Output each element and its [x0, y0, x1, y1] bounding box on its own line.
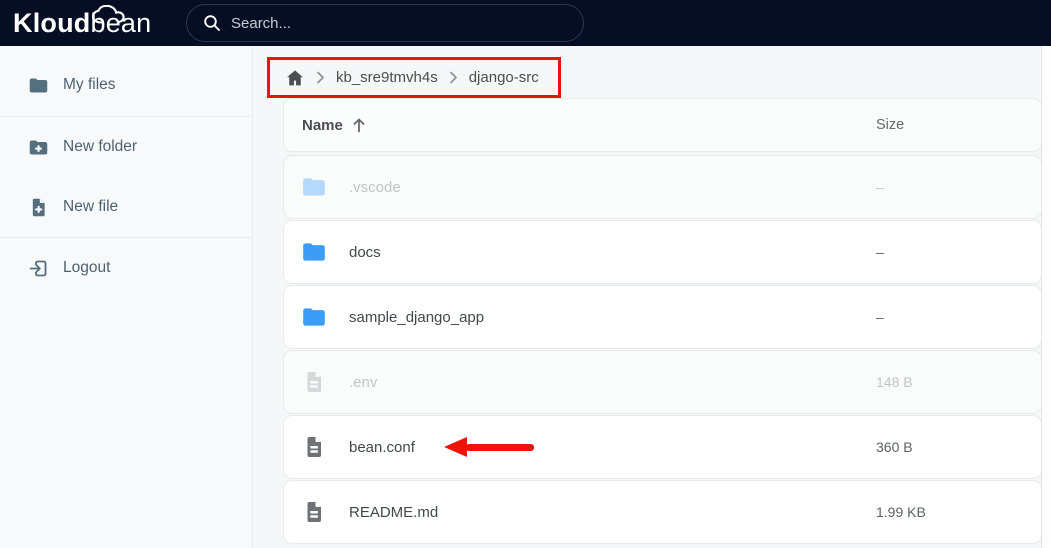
file-size: 148 B [876, 374, 913, 390]
home-icon[interactable] [285, 68, 305, 88]
top-navbar: Kloudbean [0, 0, 1051, 46]
breadcrumb-item-workspace[interactable]: kb_sre9tmvh4s [336, 69, 438, 86]
cloud-icon [89, 1, 141, 32]
file-size: – [876, 244, 884, 260]
folder-icon [301, 174, 327, 200]
search-icon [203, 14, 221, 32]
annotation-arrow-icon [444, 437, 534, 457]
sidebar-item-label: New file [63, 198, 119, 215]
sort-ascending-icon [352, 117, 366, 133]
file-name: sample_django_app [349, 308, 485, 326]
file-icon [301, 434, 327, 460]
breadcrumb-item-current[interactable]: django-src [469, 69, 539, 86]
search-bar[interactable] [186, 4, 584, 42]
file-size: 1.99 KB [876, 504, 926, 520]
logout-icon [28, 258, 49, 279]
sidebar-item-new-file[interactable]: New file [0, 192, 253, 222]
folder-icon [301, 304, 327, 330]
table-row[interactable]: .env 148 B [283, 350, 1042, 414]
file-size: 360 B [876, 439, 913, 455]
breadcrumb-highlight-box: kb_sre9tmvh4s django-src [267, 57, 561, 98]
file-name: README.md [349, 503, 439, 521]
file-name: .env [349, 373, 378, 391]
chevron-right-icon [449, 71, 458, 84]
file-icon [301, 499, 327, 525]
folder-plus-icon [28, 137, 49, 158]
table-row[interactable]: bean.conf 360 B [283, 415, 1042, 479]
sidebar-item-label: New folder [63, 138, 138, 155]
sidebar-item-label: My files [63, 76, 116, 93]
sidebar-item-new-folder[interactable]: New folder [0, 132, 253, 162]
sidebar-item-logout[interactable]: Logout [0, 253, 253, 283]
chevron-right-icon [316, 71, 325, 84]
table-row[interactable]: sample_django_app – [283, 285, 1042, 349]
file-icon [301, 369, 327, 395]
table-header: Name Size [283, 98, 1042, 152]
kloudbean-logo[interactable]: Kloudbean [13, 4, 151, 39]
file-name: bean.conf [349, 438, 415, 456]
table-row[interactable]: .vscode – [283, 155, 1042, 219]
folder-icon [301, 239, 327, 265]
folder-icon [28, 75, 49, 96]
file-size: – [876, 179, 884, 195]
column-header-name[interactable]: Name [302, 117, 366, 134]
file-size: – [876, 309, 884, 325]
file-plus-icon [28, 197, 49, 218]
logo-text-bold: Kloud [13, 7, 91, 38]
sidebar-item-my-files[interactable]: My files [0, 70, 253, 100]
table-row[interactable]: docs – [283, 220, 1042, 284]
sidebar-divider [0, 116, 253, 117]
sidebar-item-label: Logout [63, 259, 111, 276]
file-name: docs [349, 243, 381, 261]
scrollbar-track[interactable] [1041, 46, 1051, 548]
main-content: kb_sre9tmvh4s django-src Name Size .vsco… [254, 46, 1051, 548]
name-column-label: Name [302, 116, 343, 134]
search-input[interactable] [231, 14, 551, 32]
sidebar-divider [0, 237, 253, 238]
column-header-size[interactable]: Size [876, 117, 904, 133]
file-name: .vscode [349, 178, 401, 196]
sidebar: My files New folder New file Logout [0, 46, 253, 548]
table-row[interactable]: README.md 1.99 KB [283, 480, 1042, 544]
